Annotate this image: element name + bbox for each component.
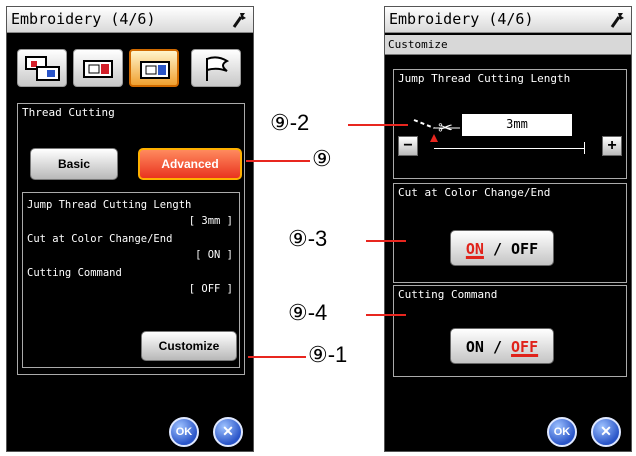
callout-9-3-line xyxy=(366,240,406,242)
basic-button[interactable]: Basic xyxy=(30,148,118,180)
jump-length-value: 3mm xyxy=(462,114,572,136)
tab-multi-hoop[interactable] xyxy=(17,49,67,87)
machine-multi-icon xyxy=(25,56,60,81)
callout-9-1-line xyxy=(248,356,306,358)
panel-title: Cut at Color Change/End xyxy=(398,186,551,199)
panel-title: Cutting Command xyxy=(398,288,498,301)
ok-button[interactable]: OK xyxy=(169,417,199,447)
cutting-command-onoff-toggle[interactable]: ON / OFF xyxy=(450,328,554,364)
screen-title: Embroidery (4/6) xyxy=(389,10,534,28)
screen-subtitle: Customize xyxy=(385,35,631,55)
summary-jump-value: [ 3mm ] xyxy=(188,215,233,227)
wrench-icon[interactable] xyxy=(609,11,625,29)
length-slider-end xyxy=(584,142,585,154)
thread-scissors-icon: ✂ xyxy=(413,118,460,142)
screen-title: Embroidery (4/6) xyxy=(11,10,156,28)
machine-blue-icon xyxy=(140,61,170,79)
summary-command-label: Cutting Command xyxy=(27,267,122,279)
svg-text:✂: ✂ xyxy=(438,118,453,139)
left-screen: Embroidery (4/6) Thread Cutting Basic Ad… xyxy=(6,6,254,452)
callout-9-2: ⑨-2 xyxy=(270,110,310,135)
tab-machine-red[interactable] xyxy=(73,49,123,87)
on-option[interactable]: ON xyxy=(466,240,484,258)
cancel-button[interactable]: ✕ xyxy=(213,417,243,447)
settings-summary: Jump Thread Cutting Length [ 3mm ] Cut a… xyxy=(22,192,240,368)
callout-9-line xyxy=(246,160,310,162)
callout-9-1: ⑨-1 xyxy=(308,342,348,367)
wrench-icon[interactable] xyxy=(231,11,247,29)
summary-jump-label: Jump Thread Cutting Length xyxy=(27,199,192,211)
tab-machine-blue[interactable] xyxy=(129,49,179,87)
tab-flag[interactable] xyxy=(191,49,241,87)
machine-red-icon xyxy=(83,60,113,78)
callout-9-4: ⑨-4 xyxy=(288,300,328,325)
cancel-button[interactable]: ✕ xyxy=(591,417,621,447)
summary-cut-value: [ ON ] xyxy=(195,249,233,261)
separator: / xyxy=(483,240,512,258)
flag-icon xyxy=(206,56,230,81)
callout-9-4-line xyxy=(366,314,406,316)
jump-length-panel: Jump Thread Cutting Length ✂ 3mm − + xyxy=(393,69,627,179)
title-bar: Embroidery (4/6) xyxy=(7,7,253,33)
title-bar: Embroidery (4/6) xyxy=(385,7,631,33)
summary-command-value: [ OFF ] xyxy=(188,283,233,295)
ok-button[interactable]: OK xyxy=(547,417,577,447)
cut-color-onoff-toggle[interactable]: ON / OFF xyxy=(450,230,554,266)
off-option[interactable]: OFF xyxy=(511,338,538,356)
length-slider-track[interactable] xyxy=(434,148,584,149)
minus-button[interactable]: − xyxy=(398,136,418,156)
cut-color-change-panel: Cut at Color Change/End ON / OFF xyxy=(393,183,627,283)
right-screen: Embroidery (4/6) Customize Jump Thread C… xyxy=(384,6,632,452)
callout-9: ⑨ xyxy=(312,146,332,171)
panel-title: Thread Cutting xyxy=(22,106,115,119)
off-option[interactable]: OFF xyxy=(511,240,538,258)
cutting-command-panel: Cutting Command ON / OFF xyxy=(393,285,627,377)
callout-9-3: ⑨-3 xyxy=(288,226,328,251)
plus-button[interactable]: + xyxy=(602,136,622,156)
thread-cutting-panel: Thread Cutting Basic Advanced Jump Threa… xyxy=(17,103,245,375)
on-option[interactable]: ON xyxy=(466,338,484,356)
summary-cut-label: Cut at Color Change/End xyxy=(27,233,173,245)
customize-button[interactable]: Customize xyxy=(141,331,237,361)
separator: / xyxy=(483,338,512,356)
panel-title: Jump Thread Cutting Length xyxy=(398,72,571,85)
advanced-button[interactable]: Advanced xyxy=(138,148,242,180)
callout-9-2-line xyxy=(348,124,408,126)
